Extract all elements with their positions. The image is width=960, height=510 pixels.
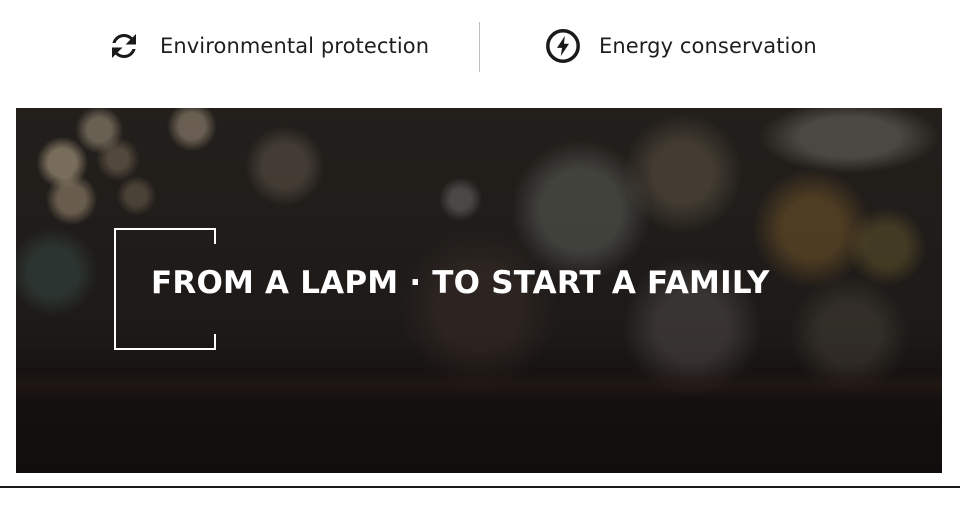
frame-right-bottom-tick [214,334,216,350]
feature-row: Environmental protection Energy conserva… [0,0,960,92]
bottom-divider [0,486,960,488]
feature-label: Environmental protection [160,34,430,58]
hero-banner: FROM A LAPM · TO START A FAMILY [16,108,942,473]
lightning-bolt-icon [543,26,583,66]
frame-bottom-edge [114,348,216,350]
feature-divider [479,22,480,72]
feature-energy-conservation: Energy conservation [543,24,817,68]
refresh-arrows-icon [104,26,144,66]
frame-right-top-tick [214,228,216,244]
frame-left-edge [114,228,116,350]
frame-top-edge [114,228,216,230]
feature-label: Energy conservation [599,34,817,58]
banner-headline: FROM A LAPM · TO START A FAMILY [151,265,770,301]
feature-environmental-protection: Environmental protection [104,24,429,68]
